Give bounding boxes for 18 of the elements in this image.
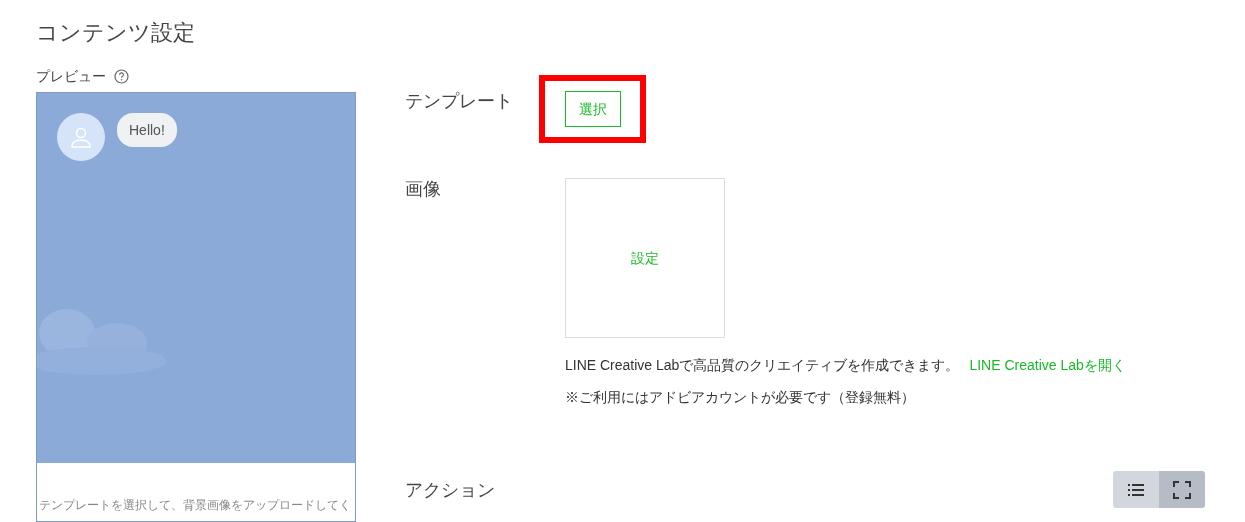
page-title: コンテンツ設定 [36, 19, 195, 47]
image-label: 画像 [405, 178, 441, 201]
info-text: LINE Creative Labで高品質のクリエイティブを作成できます。 [565, 356, 960, 375]
select-template-button[interactable]: 選択 [564, 91, 621, 127]
action-label: アクション [405, 479, 495, 502]
notice-text: ※ご利用にはアドビアカウントが必要です（登録無料） [565, 388, 915, 407]
list-icon [1128, 482, 1144, 497]
preview-caption: テンプレートを選択して、背景画像をアップロードしてく [39, 498, 351, 513]
template-label: テンプレート [405, 90, 513, 113]
view-toggle-button[interactable] [1113, 471, 1159, 508]
preview-label: プレビュー [36, 66, 106, 86]
help-icon[interactable] [114, 68, 129, 84]
creative-lab-link[interactable]: LINE Creative Labを開く [969, 355, 1126, 376]
set-image-button[interactable]: 設定 [565, 178, 725, 338]
chat-bubble: Hello! [117, 113, 177, 147]
person-icon [71, 126, 91, 148]
view-toggle-button[interactable] [1159, 471, 1205, 508]
fullscreen-icon [1173, 480, 1191, 499]
